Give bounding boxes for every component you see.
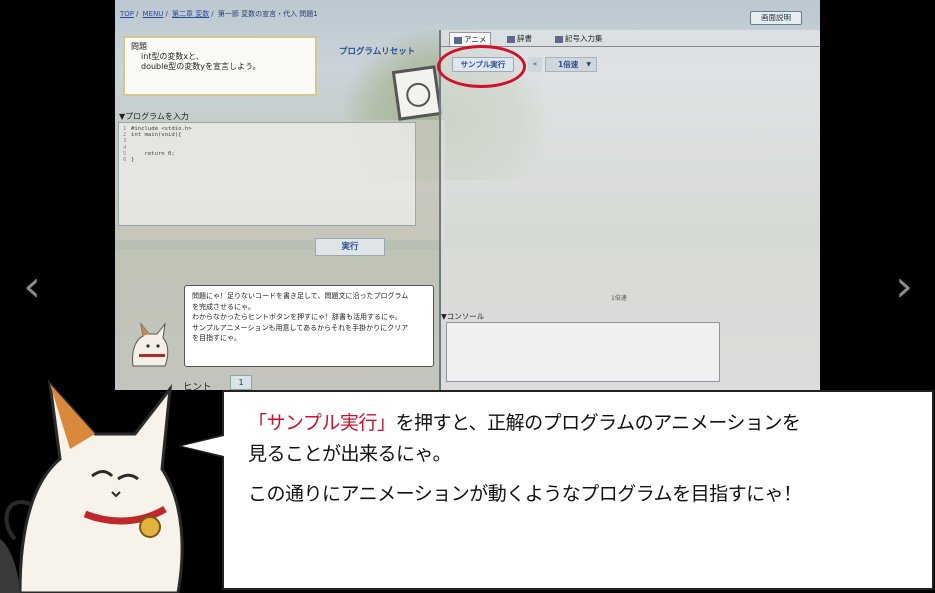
speed-down-button[interactable]: « [528, 57, 542, 72]
breadcrumb-chapter[interactable]: 第二章 変数 [172, 10, 209, 18]
breadcrumb-menu[interactable]: MENU [143, 10, 164, 18]
problem-text: int型の変数xと、 [141, 52, 204, 61]
hint-bubble: 問題にゃ！足りないコードを書き足して、問題文に沿ったプログラム を完成させるにゃ… [184, 285, 434, 367]
console-output [446, 322, 720, 382]
tab-anime[interactable]: アニメ [449, 32, 492, 46]
code-editor[interactable]: 1 #include <stdio.h> 2 int main(void){ 3 4… [118, 122, 416, 226]
problem-text: double型の変数yを宣言しよう。 [141, 62, 261, 71]
breadcrumb-top[interactable]: TOP [120, 10, 134, 18]
mascot-cat [0, 379, 184, 593]
monitor-icon [454, 36, 462, 44]
chevron-right-icon: › [895, 261, 913, 312]
keyboard-icon [555, 35, 563, 43]
chevron-left-icon: ‹ [23, 261, 41, 312]
console-label: ▼コンソール [441, 312, 485, 321]
hint-button-1[interactable]: 1 [230, 375, 252, 390]
background-clock-sign [391, 65, 443, 121]
screen-help-button[interactable]: 画面説明 [750, 11, 802, 25]
tab-bar: アニメ 辞書 記号入力集 [441, 30, 820, 47]
run-button[interactable]: 実行 [315, 238, 385, 256]
sample-button-highlight [437, 45, 526, 88]
tab-dictionary[interactable]: 辞書 [503, 32, 536, 46]
speed-select[interactable]: 1倍速 ▼ [545, 57, 597, 72]
prev-slide-button[interactable]: ‹ [12, 262, 52, 312]
tab-symbol-input[interactable]: 記号入力集 [551, 32, 607, 46]
problem-box: 問題 int型の変数xと、 double型の変数yを宣言しよう。 [123, 36, 317, 96]
mini-cat-avatar [132, 322, 169, 367]
chevron-down-icon: ▼ [586, 61, 591, 68]
explanation-text: 「サンプル実行」を押すと、正解のプログラムのアニメーションを 見ることが出来るに… [248, 412, 802, 505]
problem-title: 問題 [131, 42, 147, 51]
program-reset-button[interactable]: プログラムリセット [339, 45, 415, 57]
highlight-term: 「サンプル実行」 [248, 412, 396, 434]
book-icon [507, 35, 515, 43]
breadcrumb: TOP / MENU / 第二章 変数 / 第一節 変数の宣言・代入 問題1 [120, 10, 318, 18]
breadcrumb-current: 第一節 変数の宣言・代入 問題1 [217, 10, 318, 18]
code-line: 6} [123, 157, 135, 164]
editor-label: ▼プログラムを入力 [119, 112, 189, 121]
next-slide-button[interactable]: › [884, 262, 924, 312]
speed-caption: 1倍速 [611, 295, 627, 302]
